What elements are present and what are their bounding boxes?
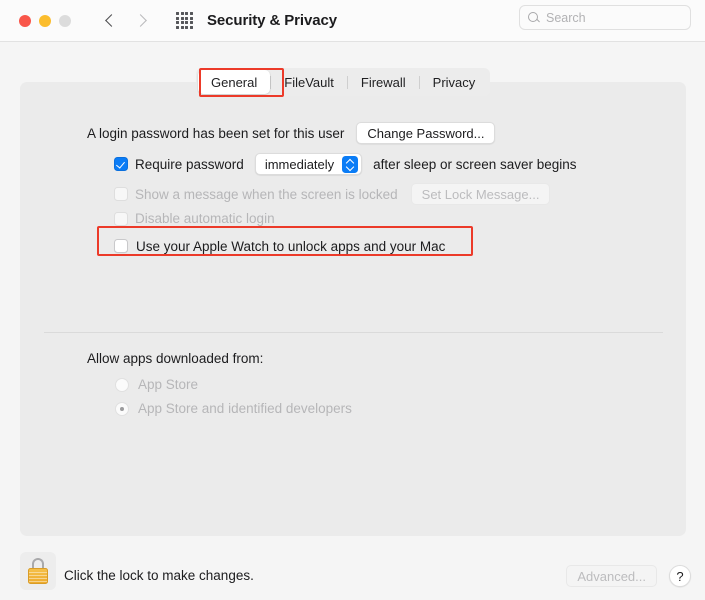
general-settings-panel: A login password has been set for this u…	[20, 82, 686, 536]
chevron-right-icon	[134, 13, 150, 29]
chevron-left-icon[interactable]	[102, 13, 118, 29]
navigation-arrows	[102, 13, 150, 29]
require-password-delay-value: immediately	[264, 156, 335, 172]
close-button[interactable]	[19, 14, 31, 27]
disable-auto-login-checkbox	[114, 211, 128, 226]
padlock-closed-icon	[27, 558, 49, 584]
show-lock-message-checkbox	[114, 187, 128, 201]
require-password-label: Require password	[135, 156, 244, 172]
page-title: Security & Privacy	[207, 12, 337, 29]
allow-apps-option-app-store: App Store	[115, 377, 198, 392]
footer-actions: Advanced... ?	[566, 565, 691, 587]
allow-apps-heading-row: Allow apps downloaded from:	[87, 351, 263, 366]
radio-app-store	[115, 377, 129, 392]
lock-button[interactable]	[20, 552, 56, 590]
disable-auto-login-row: Disable automatic login	[114, 211, 275, 226]
zoom-button	[59, 14, 71, 27]
allow-apps-option-identified-developers: App Store and identified developers	[115, 401, 352, 416]
change-password-button[interactable]: Change Password...	[356, 122, 496, 144]
radio-identified-developers	[115, 401, 129, 416]
tab-firewall[interactable]: Firewall	[348, 70, 419, 94]
login-password-text: A login password has been set for this u…	[87, 125, 345, 141]
radio-app-store-label: App Store	[138, 377, 199, 392]
help-button[interactable]: ?	[669, 565, 691, 587]
chevron-updown-icon[interactable]	[342, 155, 359, 173]
tab-bar: General FileVault Firewall Privacy	[196, 68, 491, 96]
search-field[interactable]: Search	[519, 5, 691, 30]
tab-privacy[interactable]: Privacy	[420, 70, 489, 94]
advanced-button: Advanced...	[566, 565, 657, 587]
search-input[interactable]: Search	[546, 11, 586, 25]
show-all-grid-icon[interactable]	[176, 12, 193, 29]
apple-watch-checkbox[interactable]	[114, 239, 128, 253]
traffic-lights	[19, 14, 71, 27]
disable-auto-login-label: Disable automatic login	[135, 211, 275, 226]
tab-filevault[interactable]: FileVault	[271, 70, 347, 94]
apple-watch-label: Use your Apple Watch to unlock apps and …	[136, 238, 446, 254]
minimize-button[interactable]	[39, 14, 51, 27]
login-password-row: A login password has been set for this u…	[87, 122, 496, 144]
set-lock-message-button: Set Lock Message...	[410, 183, 551, 205]
allow-apps-label: Allow apps downloaded from:	[87, 351, 264, 366]
show-lock-message-row: Show a message when the screen is locked…	[114, 183, 551, 205]
lock-hint-text: Click the lock to make changes.	[64, 568, 254, 583]
window-toolbar: Security & Privacy Search	[0, 0, 705, 42]
show-lock-message-label: Show a message when the screen is locked	[135, 186, 398, 202]
require-password-row: Require password immediately after sleep…	[114, 153, 577, 175]
require-password-checkbox[interactable]	[114, 157, 128, 171]
apple-watch-row[interactable]: Use your Apple Watch to unlock apps and …	[114, 233, 445, 259]
tab-general[interactable]: General	[198, 70, 271, 94]
require-password-delay-popup[interactable]: immediately	[254, 153, 363, 175]
search-icon	[528, 11, 540, 24]
section-divider	[44, 332, 663, 333]
require-password-suffix: after sleep or screen saver begins	[373, 156, 577, 172]
radio-identified-developers-label: App Store and identified developers	[138, 401, 352, 416]
